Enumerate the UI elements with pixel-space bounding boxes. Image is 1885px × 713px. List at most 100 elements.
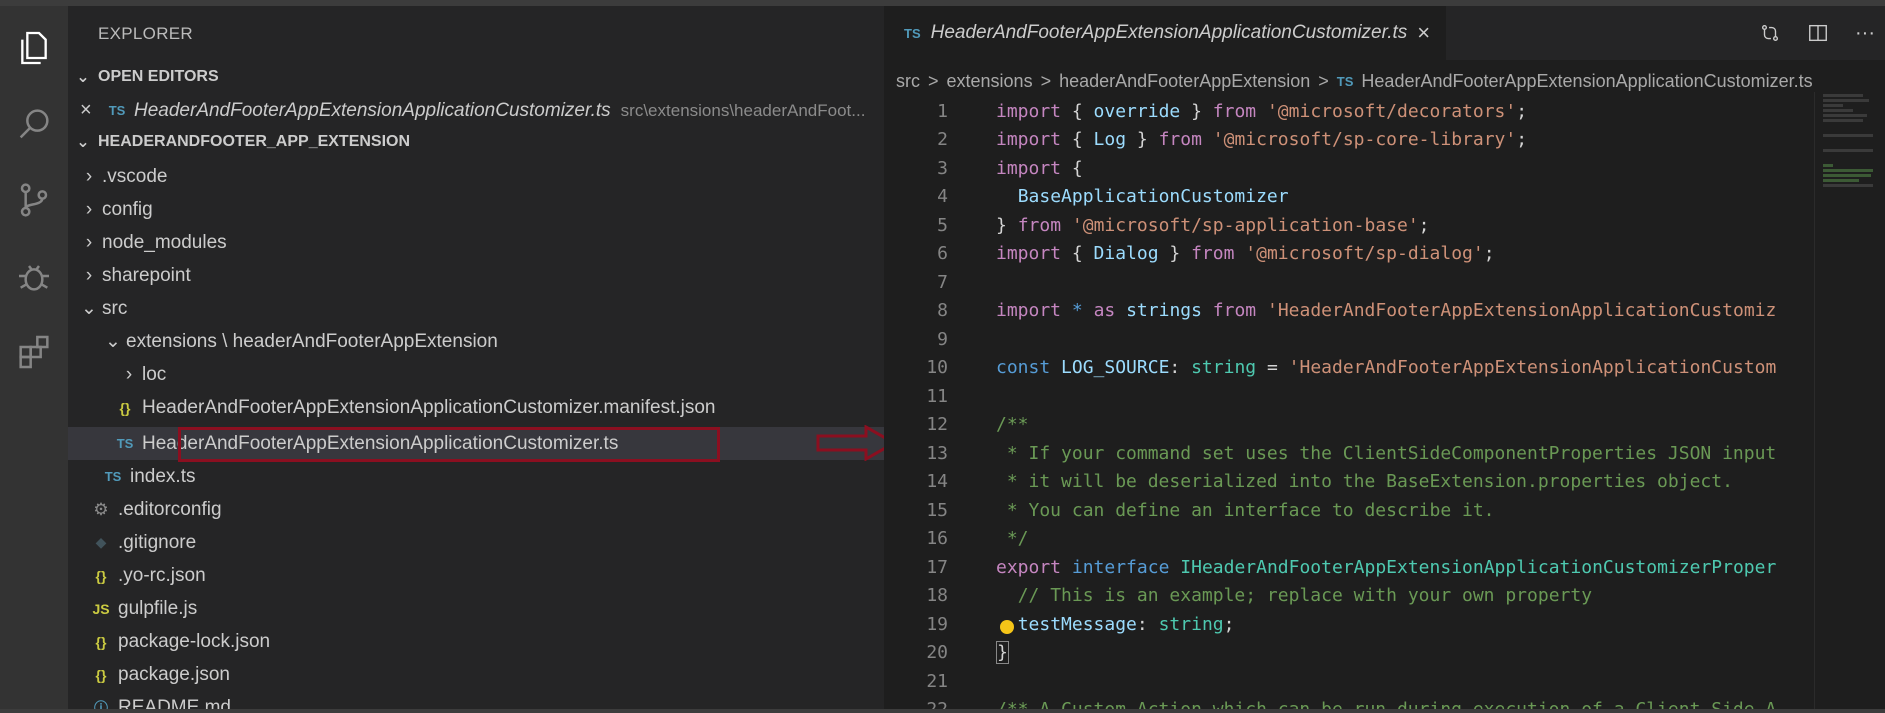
code-line[interactable]: 9 — [884, 325, 1814, 354]
code-line[interactable]: 21 — [884, 667, 1814, 696]
lightbulb-icon[interactable] — [1000, 620, 1014, 634]
tab-label: HeaderAndFooterAppExtensionApplicationCu… — [930, 22, 1408, 43]
typescript-file-icon: TS — [108, 103, 126, 118]
open-editors-header[interactable]: ⌄ OPEN EDITORS — [68, 62, 884, 92]
open-editor-path: src\extensions\headerAndFoot... — [620, 100, 866, 120]
project-header[interactable]: ⌄ HEADERANDFOOTER_APP_EXTENSION — [68, 127, 884, 157]
code-text: } from '@microsoft/sp-application-base'; — [996, 214, 1430, 236]
line-number: 7 — [937, 271, 948, 293]
chevron-down-icon: ⌄ — [105, 331, 121, 352]
tree-file-gulpfile-js[interactable]: JS gulpfile.js — [68, 592, 884, 625]
extensions-icon[interactable] — [0, 320, 68, 384]
tree-file-gitignore[interactable]: ◆ .gitignore — [68, 526, 884, 559]
line-number: 9 — [937, 328, 948, 350]
code-line[interactable]: 4 BaseApplicationCustomizer — [884, 183, 1814, 212]
tree-folder-config[interactable]: › config — [68, 193, 884, 226]
line-number: 21 — [926, 670, 948, 692]
more-icon[interactable]: ··· — [1855, 22, 1875, 45]
breadcrumb-item[interactable]: src — [896, 71, 920, 92]
chevron-right-icon: › — [85, 165, 93, 187]
tree-folder-vscode[interactable]: › .vscode — [68, 160, 884, 193]
code-view[interactable]: 1 import { override } from '@microsoft/de… — [884, 97, 1814, 713]
chevron-right-icon: › — [85, 264, 93, 286]
tree-file-package-json[interactable]: {} package.json — [68, 658, 884, 691]
code-text: const LOG_SOURCE: string = 'HeaderAndFoo… — [996, 357, 1777, 379]
tree-folder-extensions[interactable]: ⌄ extensions \ headerAndFooterAppExtensi… — [68, 325, 884, 358]
typescript-file-icon: TS — [904, 25, 921, 41]
code-line[interactable]: 14 * it will be deserialized into the Ba… — [884, 468, 1814, 497]
breadcrumb-item[interactable]: headerAndFooterAppExtension — [1059, 71, 1310, 92]
source-control-icon[interactable] — [0, 168, 68, 232]
chevron-down-icon: ⌄ — [76, 134, 90, 151]
arrow-right-icon — [816, 425, 884, 461]
tree-file-package-lock-json[interactable]: {} package-lock.json — [68, 625, 884, 658]
split-editor-icon[interactable] — [1807, 22, 1829, 44]
chevron-right-icon: › — [85, 198, 93, 220]
close-icon[interactable]: × — [80, 99, 106, 122]
line-number: 1 — [937, 100, 948, 122]
breadcrumb-separator: > — [1318, 70, 1329, 91]
tab-customizer-ts[interactable]: TS HeaderAndFooterAppExtensionApplicatio… — [884, 6, 1446, 60]
explorer-sidebar: EXPLORER ⌄ OPEN EDITORS × TS HeaderAndFo… — [68, 6, 884, 713]
code-line[interactable]: 19 testMessage: string; — [884, 610, 1814, 639]
breadcrumb-item[interactable]: extensions — [947, 71, 1033, 92]
files-icon[interactable] — [0, 16, 68, 80]
code-line[interactable]: 15 * You can define an interface to desc… — [884, 496, 1814, 525]
code-text: BaseApplicationCustomizer — [1017, 186, 1289, 208]
tree-file-index-ts[interactable]: TS index.ts — [68, 460, 884, 493]
debug-icon[interactable] — [0, 244, 68, 308]
code-text: export interface IHeaderAndFooterAppExte… — [996, 556, 1777, 578]
line-number: 5 — [937, 214, 948, 236]
code-text: import * as strings from 'HeaderAndFoote… — [996, 300, 1777, 322]
code-text: } — [996, 641, 1009, 665]
code-text: * it will be deserialized into the BaseE… — [996, 471, 1733, 493]
close-icon[interactable]: × — [1417, 20, 1430, 46]
line-number: 15 — [926, 499, 948, 521]
breadcrumb-item[interactable]: HeaderAndFooterAppExtensionApplicationCu… — [1361, 71, 1812, 92]
code-line[interactable]: 17 export interface IHeaderAndFooterAppEx… — [884, 553, 1814, 582]
line-number: 17 — [926, 556, 948, 578]
tree-file-editorconfig[interactable]: ⚙ .editorconfig — [68, 493, 884, 526]
breadcrumb-separator: > — [1040, 70, 1052, 91]
code-line[interactable]: 13 * If your command set uses the Client… — [884, 439, 1814, 468]
code-line[interactable]: 1 import { override } from '@microsoft/de… — [884, 97, 1814, 126]
code-line[interactable]: 16 */ — [884, 525, 1814, 554]
tree-folder-node-modules[interactable]: › node_modules — [68, 226, 884, 259]
tree-folder-sharepoint[interactable]: › sharepoint — [68, 259, 884, 292]
code-line[interactable]: 20} — [884, 639, 1814, 668]
activity-bar — [0, 6, 68, 713]
code-text: // This is an example; replace with your… — [1017, 585, 1593, 607]
code-text: testMessage: string; — [1017, 613, 1235, 635]
highlight-box — [178, 427, 720, 462]
tree-folder-loc[interactable]: › loc — [68, 358, 884, 391]
open-editor-filename: HeaderAndFooterAppExtensionApplicationCu… — [134, 99, 611, 121]
open-editor-item[interactable]: × TS HeaderAndFooterAppExtensionApplicat… — [68, 94, 884, 127]
code-line[interactable]: 18 // This is an example; replace with y… — [884, 582, 1814, 611]
code-line[interactable]: 10 const LOG_SOURCE: string = 'HeaderAndF… — [884, 354, 1814, 383]
code-line[interactable]: 8 import * as strings from 'HeaderAndFoot… — [884, 297, 1814, 326]
compare-icon[interactable] — [1759, 22, 1781, 44]
code-line[interactable]: 7 — [884, 268, 1814, 297]
tree-file-yo-rc-json[interactable]: {} .yo-rc.json — [68, 559, 884, 592]
explorer-title: EXPLORER — [98, 24, 193, 43]
minimap[interactable] — [1814, 92, 1885, 713]
code-line[interactable]: 3 import { — [884, 154, 1814, 183]
code-line[interactable]: 6 import { Dialog } from '@microsoft/sp-d… — [884, 240, 1814, 269]
search-icon[interactable] — [0, 92, 68, 156]
gear-icon: ⚙ — [93, 499, 109, 519]
tree-folder-src[interactable]: ⌄ src — [68, 292, 884, 325]
line-number: 4 — [937, 186, 948, 208]
code-text: * You can define an interface to describ… — [996, 499, 1495, 521]
code-line[interactable]: 11 — [884, 382, 1814, 411]
tree-file-manifest-json[interactable]: {} HeaderAndFooterAppExtensionApplicatio… — [68, 391, 884, 424]
line-number: 3 — [937, 157, 948, 179]
chevron-down-icon: ⌄ — [76, 69, 90, 86]
code-line[interactable]: 12 /** — [884, 411, 1814, 440]
chevron-right-icon: › — [125, 363, 133, 385]
git-icon: ◆ — [95, 534, 107, 550]
line-number: 2 — [937, 129, 948, 151]
code-line[interactable]: 2 import { Log } from '@microsoft/sp-core… — [884, 126, 1814, 155]
line-number: 6 — [937, 243, 948, 265]
code-line[interactable]: 5 } from '@microsoft/sp-application-base'… — [884, 211, 1814, 240]
json-file-icon: {} — [95, 633, 107, 650]
